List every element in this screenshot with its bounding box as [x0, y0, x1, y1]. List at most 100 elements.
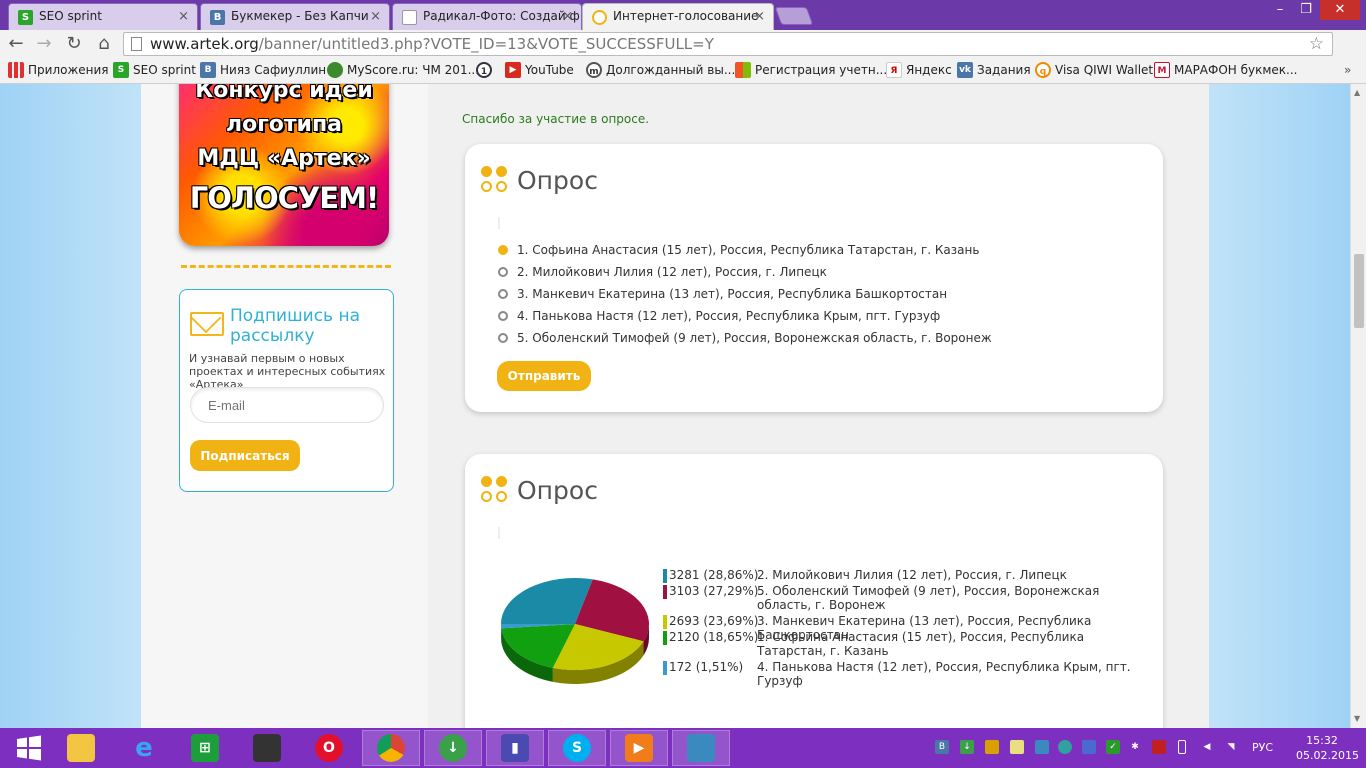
taskbar-opera[interactable]: O: [300, 730, 358, 766]
skype-icon: S: [563, 734, 591, 762]
input-language[interactable]: РУС: [1252, 741, 1273, 754]
folder-tray-icon[interactable]: [1010, 740, 1024, 754]
close-window-icon[interactable]: ✕: [1320, 0, 1360, 20]
close-icon[interactable]: ×: [178, 4, 189, 29]
signal-icon: ▮: [501, 734, 529, 762]
close-icon[interactable]: ×: [562, 4, 573, 29]
radio-icon[interactable]: [498, 311, 508, 321]
taskbar-explorer[interactable]: [52, 730, 110, 766]
scroll-up-icon[interactable]: ▲: [1354, 88, 1360, 97]
bookmark-label: YouTube: [525, 63, 574, 77]
bookmarks-overflow-icon[interactable]: »: [1344, 62, 1351, 78]
poll-icon: [481, 476, 509, 504]
bookmark-zadaniya[interactable]: vk Задания: [957, 62, 1031, 78]
legend-value: 172 (1,51%): [669, 660, 744, 674]
bookmark-label: МАРАФОН букмек...: [1174, 63, 1298, 77]
taskbar-photo[interactable]: [672, 730, 730, 766]
clock-time: 15:32: [1306, 734, 1338, 747]
submit-vote-button[interactable]: Отправить: [497, 361, 591, 391]
windows-taskbar: e ⊞ O ↓ ▮ S ▶ B ↓ ✓ ✱ ◀ ◥ РУС 15:32 05.0…: [0, 728, 1366, 768]
tab-title: Радикал-Фото: Создай ф: [423, 9, 580, 23]
bookmark-niyaz[interactable]: B Нияз Сафиуллин: [200, 62, 326, 78]
bookmark-marathon[interactable]: M МАРАФОН букмек...: [1154, 62, 1298, 78]
url-host: www.artek.org: [150, 35, 259, 53]
taskbar-store[interactable]: ⊞: [176, 730, 234, 766]
shield-icon[interactable]: [985, 740, 999, 754]
tab-bukmeker[interactable]: B Букмекер - Без Капчи ×: [200, 3, 390, 30]
poll-option[interactable]: 5. Оболенский Тимофей (9 лет), Россия, В…: [498, 330, 992, 346]
page-scrollbar[interactable]: ▲ ▼: [1350, 84, 1366, 728]
taskbar-stealth[interactable]: [238, 730, 296, 766]
vk-tray-icon[interactable]: B: [935, 740, 949, 754]
minimize-icon[interactable]: –: [1268, 0, 1292, 20]
bookmark-myscore[interactable]: MyScore.ru: ЧМ 201...: [327, 62, 479, 78]
scroll-thumb[interactable]: [1354, 254, 1364, 328]
bookmark-yandex[interactable]: Я Яндекс: [886, 62, 952, 78]
address-bar[interactable]: www.artek.org/banner/untitled3.php?VOTE_…: [123, 32, 1333, 56]
tab-internet-voting[interactable]: Интернет-голосование ×: [582, 3, 774, 30]
bookmark-apps[interactable]: Приложения: [8, 62, 109, 78]
bookmark-label: SEO sprint: [133, 63, 196, 77]
tab-bar: S SEO sprint × B Букмекер - Без Капчи × …: [0, 0, 1366, 30]
contest-banner[interactable]: Конкурс идей логотипа МДЦ «Артек» ГОЛОСУ…: [179, 84, 389, 246]
vk-icon: B: [210, 10, 225, 25]
photo-icon: [687, 734, 715, 762]
taskbar-signal[interactable]: ▮: [486, 730, 544, 766]
volume-icon[interactable]: ◀: [1200, 740, 1214, 754]
bookmark-dolgozhdannyi[interactable]: m Долгожданный вы...: [586, 62, 735, 78]
subscribe-button[interactable]: Подписаться: [190, 440, 300, 471]
poll-option[interactable]: 2. Милойкович Лилия (12 лет), Россия, г.…: [498, 264, 827, 280]
star-icon[interactable]: ☆: [1309, 33, 1324, 55]
reload-icon[interactable]: ↻: [62, 32, 86, 56]
tab-radikal[interactable]: Радикал-Фото: Создай ф ×: [392, 3, 582, 30]
poll-option[interactable]: 4. Панькова Настя (12 лет), Россия, Респ…: [498, 308, 940, 324]
stealth-icon: [253, 734, 281, 762]
wifi-icon[interactable]: ◥: [1224, 740, 1238, 754]
banner-line: ГОЛОСУЕМ!: [189, 181, 379, 215]
bookmark-registration[interactable]: Регистрация учетн...: [735, 62, 887, 78]
legend-swatch: [663, 585, 667, 599]
taskbar-ie[interactable]: e: [115, 730, 173, 766]
bookmark-qiwi[interactable]: q Visa QIWI Wallet: [1035, 62, 1153, 78]
radio-icon[interactable]: [498, 267, 508, 277]
tab-title: Букмекер - Без Капчи: [231, 9, 369, 23]
bluetooth-icon[interactable]: ✱: [1128, 740, 1142, 754]
download-tray-icon[interactable]: ↓: [960, 740, 974, 754]
taskbar-skype[interactable]: S: [548, 730, 606, 766]
close-icon[interactable]: ×: [754, 4, 765, 29]
tab-seo-sprint[interactable]: S SEO sprint ×: [8, 3, 198, 30]
system-clock[interactable]: 15:32 05.02.2015: [1296, 733, 1359, 763]
scroll-down-icon[interactable]: ▼: [1354, 714, 1360, 723]
battery-icon[interactable]: [1178, 740, 1186, 754]
home-icon[interactable]: ⌂: [92, 32, 116, 56]
legend-value: 3281 (28,86%): [669, 568, 759, 582]
radio-selected-icon[interactable]: [498, 245, 508, 255]
new-tab-button[interactable]: [774, 7, 814, 25]
bookmark-youtube[interactable]: ▶ YouTube: [505, 62, 574, 78]
poll-title: Опрос: [517, 166, 598, 195]
taskbar-video[interactable]: ▶: [610, 730, 668, 766]
flag-tray-icon[interactable]: [1152, 740, 1166, 754]
check-tray-icon[interactable]: ✓: [1106, 740, 1120, 754]
radio-icon[interactable]: [498, 333, 508, 343]
poll-option[interactable]: 3. Манкевич Екатерина (13 лет), Россия, …: [498, 286, 947, 302]
forward-icon[interactable]: →: [32, 32, 56, 56]
legend-value: 3103 (27,29%): [669, 584, 759, 598]
sync-tray-icon[interactable]: [1058, 740, 1072, 754]
back-icon[interactable]: ←: [4, 32, 28, 56]
poll-option[interactable]: 1. Софьина Анастасия (15 лет), Россия, Р…: [498, 242, 979, 258]
start-button[interactable]: [0, 730, 58, 766]
video-icon: ▶: [625, 734, 653, 762]
bookmark-seo-sprint[interactable]: S SEO sprint: [113, 62, 196, 78]
option-label: 4. Панькова Настя (12 лет), Россия, Респ…: [517, 309, 941, 323]
close-icon[interactable]: ×: [370, 4, 381, 29]
opera-icon: O: [315, 734, 343, 762]
email-field[interactable]: [190, 387, 384, 423]
taskbar-chrome[interactable]: [362, 730, 420, 766]
legend-swatch: [663, 661, 667, 675]
monitor-tray-icon[interactable]: [1035, 740, 1049, 754]
radio-icon[interactable]: [498, 289, 508, 299]
taskbar-download[interactable]: ↓: [424, 730, 482, 766]
restore-icon[interactable]: ❐: [1294, 0, 1318, 20]
network-tray-icon[interactable]: [1082, 740, 1096, 754]
